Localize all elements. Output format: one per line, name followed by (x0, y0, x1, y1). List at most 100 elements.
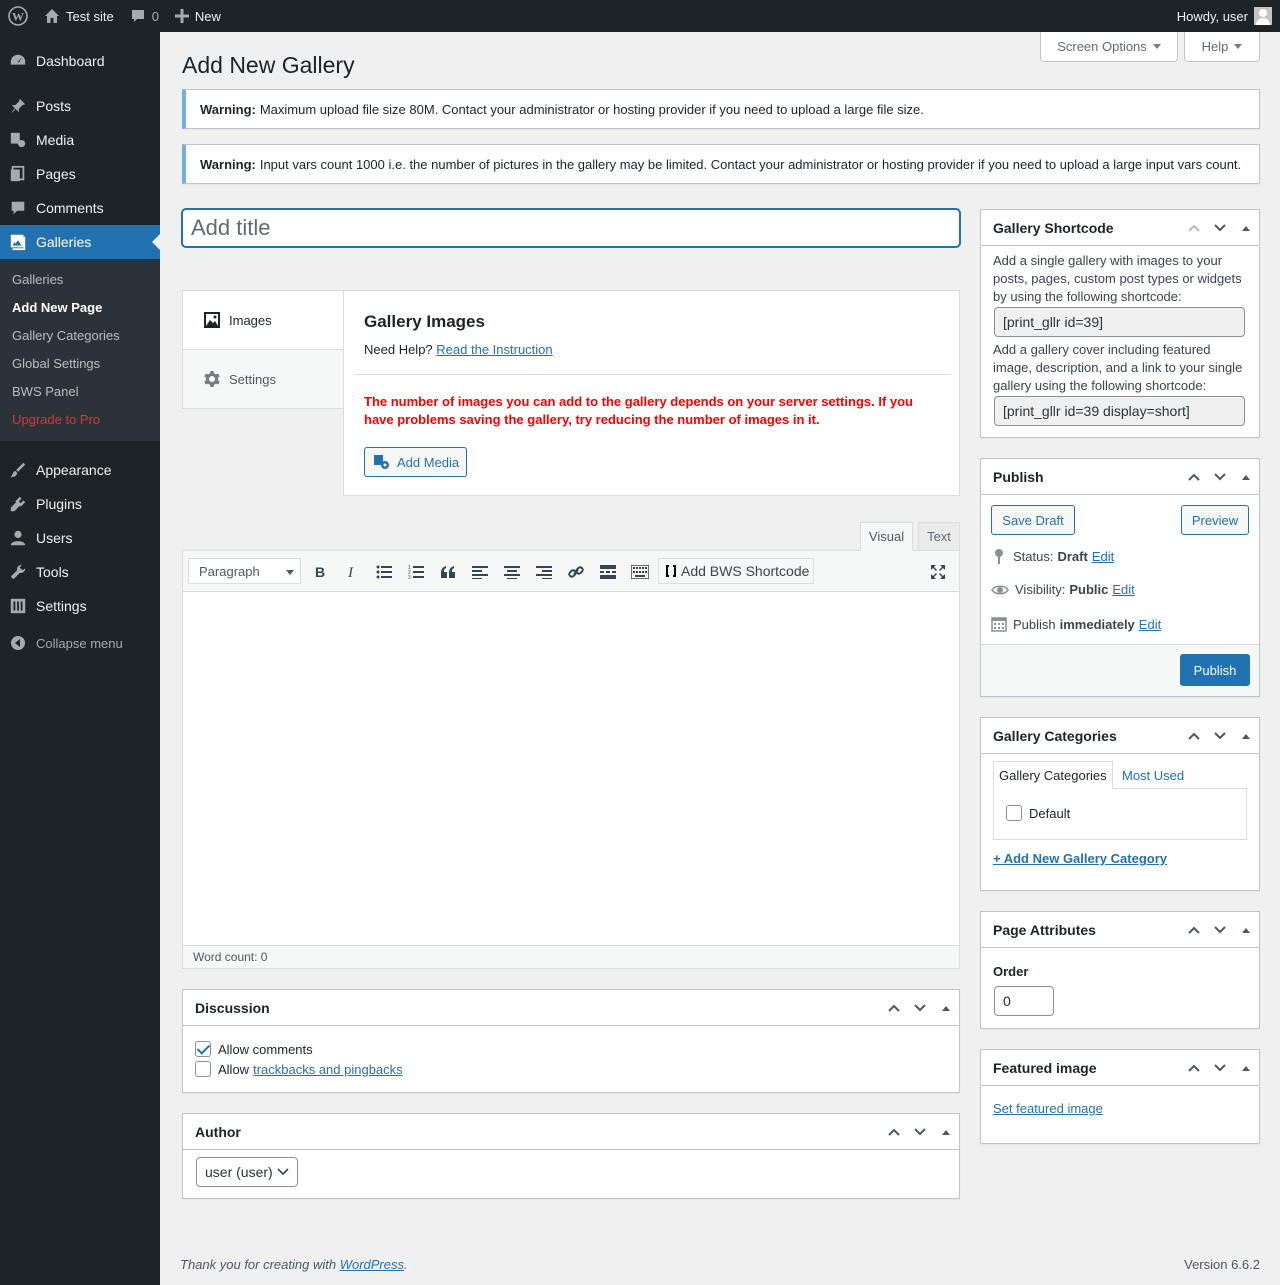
help-button[interactable]: Help (1184, 32, 1260, 62)
move-up-button[interactable] (1181, 459, 1207, 495)
numbered-list-button[interactable]: 123 (403, 559, 429, 585)
pin-icon (995, 549, 1003, 564)
edit-visibility-link[interactable]: Edit (1112, 582, 1134, 597)
chevron-down-icon (1214, 224, 1226, 232)
add-bws-shortcode-button[interactable]: Add BWS Shortcode (658, 558, 814, 584)
add-new-category-link[interactable]: + Add New Gallery Category (993, 851, 1167, 866)
publish-button[interactable]: Publish (1180, 654, 1250, 686)
move-up-button[interactable] (1181, 210, 1207, 246)
eye-icon (991, 585, 1009, 594)
wordpress-logo-icon[interactable]: W (0, 0, 36, 32)
toggle-panel-button[interactable] (1233, 459, 1259, 495)
move-up-button[interactable] (881, 990, 907, 1026)
tab-text[interactable]: Text (918, 522, 960, 551)
tab-images[interactable]: Images (182, 290, 344, 350)
save-draft-button[interactable]: Save Draft (991, 505, 1075, 535)
wordpress-link[interactable]: WordPress (340, 1257, 404, 1272)
menu-comments[interactable]: Comments (0, 191, 160, 225)
toggle-panel-button[interactable] (933, 1114, 959, 1150)
preview-button[interactable]: Preview (1181, 505, 1249, 535)
move-up-button[interactable] (881, 1114, 907, 1150)
menu-plugins[interactable]: Plugins (0, 487, 160, 521)
move-down-button[interactable] (1207, 1050, 1233, 1086)
toggle-panel-button[interactable] (1233, 718, 1259, 754)
insert-link-button[interactable] (563, 559, 589, 585)
new-content-link[interactable]: New (167, 0, 229, 32)
tab-visual[interactable]: Visual (860, 522, 913, 551)
submenu-gallery-categories[interactable]: Gallery Categories (12, 328, 120, 343)
category-default-checkbox[interactable] (1006, 805, 1022, 821)
author-select[interactable]: user (user) (196, 1157, 298, 1187)
read-more-button[interactable] (595, 559, 621, 585)
content-editor: Paragraph B I 123 Add BWS Shortcode Word… (182, 550, 960, 969)
move-up-button[interactable] (1181, 1050, 1207, 1086)
site-name-link[interactable]: Test site (36, 0, 122, 32)
submenu-add-new-page[interactable]: Add New Page (12, 300, 102, 315)
fullscreen-button[interactable] (925, 559, 951, 585)
shortcode-field[interactable]: [print_gllr id=39] (994, 307, 1245, 337)
pages-icon (10, 165, 25, 182)
submenu-upgrade-to-pro[interactable]: Upgrade to Pro (12, 412, 100, 427)
italic-button[interactable]: I (339, 559, 365, 585)
screen-options-button[interactable]: Screen Options (1040, 32, 1178, 62)
toggle-panel-button[interactable] (1233, 210, 1259, 246)
move-down-button[interactable] (1207, 718, 1233, 754)
submenu-galleries[interactable]: Galleries (12, 272, 63, 287)
move-down-button[interactable] (907, 990, 933, 1026)
collapse-menu-button[interactable]: Collapse menu (0, 628, 160, 658)
allow-comments-checkbox[interactable] (195, 1041, 211, 1057)
menu-label: Plugins (36, 496, 82, 512)
menu-tools[interactable]: Tools (0, 555, 160, 589)
move-up-button[interactable] (1181, 912, 1207, 948)
publish-value: immediately (1059, 616, 1135, 632)
post-title-input[interactable] (182, 209, 960, 247)
edit-status-link[interactable]: Edit (1092, 549, 1114, 564)
visibility-row: Visibility: Public Edit (991, 582, 1135, 597)
set-featured-image-link[interactable]: Set featured image (993, 1101, 1103, 1116)
tab-most-used[interactable]: Most Used (1117, 761, 1189, 789)
new-label: New (194, 8, 221, 24)
align-center-button[interactable] (499, 559, 525, 585)
menu-posts[interactable]: Posts (0, 89, 160, 123)
tab-settings[interactable]: Settings (182, 349, 344, 409)
warning-notice-upload: Warning: Maximum upload file size 80M. C… (182, 89, 1260, 129)
edit-schedule-link[interactable]: Edit (1139, 617, 1161, 632)
menu-settings[interactable]: Settings (0, 589, 160, 623)
blockquote-button[interactable] (435, 559, 461, 585)
align-left-button[interactable] (467, 559, 493, 585)
menu-media[interactable]: Media (0, 123, 160, 157)
order-input[interactable]: 0 (994, 986, 1054, 1016)
menu-label: Pages (36, 166, 76, 182)
toggle-panel-button[interactable] (1233, 1050, 1259, 1086)
category-item: Default (1006, 805, 1070, 821)
toggle-panel-button[interactable] (933, 990, 959, 1026)
align-right-button[interactable] (531, 559, 557, 585)
cover-shortcode-field[interactable]: [print_gllr id=39 display=short] (994, 396, 1245, 426)
metabox-title: Author (195, 1123, 241, 1140)
trackbacks-link[interactable]: trackbacks and pingbacks (253, 1062, 403, 1077)
add-media-button[interactable]: Add Media (364, 447, 467, 477)
menu-users[interactable]: Users (0, 521, 160, 555)
allow-trackbacks-checkbox[interactable] (195, 1061, 211, 1077)
move-down-button[interactable] (907, 1114, 933, 1150)
submenu-bws-panel[interactable]: BWS Panel (12, 384, 78, 399)
move-down-button[interactable] (1207, 459, 1233, 495)
menu-galleries[interactable]: Galleries (0, 225, 160, 259)
comments-link[interactable]: 0 (122, 0, 167, 32)
tab-all-categories[interactable]: Gallery Categories (993, 761, 1113, 789)
bold-button[interactable]: B (307, 559, 333, 585)
menu-pages[interactable]: Pages (0, 157, 160, 191)
bullet-list-button[interactable] (371, 559, 397, 585)
menu-dashboard[interactable]: Dashboard (0, 44, 160, 78)
menu-appearance[interactable]: Appearance (0, 453, 160, 487)
account-menu[interactable]: Howdy, user (1177, 7, 1280, 25)
toggle-panel-button[interactable] (1233, 912, 1259, 948)
instruction-link[interactable]: Read the Instruction (436, 342, 552, 357)
move-down-button[interactable] (1207, 210, 1233, 246)
submenu-global-settings[interactable]: Global Settings (12, 356, 100, 371)
move-down-button[interactable] (1207, 912, 1233, 948)
triangle-up-icon (1242, 1065, 1250, 1071)
move-up-button[interactable] (1181, 718, 1207, 754)
toolbar-toggle-button[interactable] (627, 559, 653, 585)
format-select[interactable]: Paragraph (188, 558, 301, 584)
